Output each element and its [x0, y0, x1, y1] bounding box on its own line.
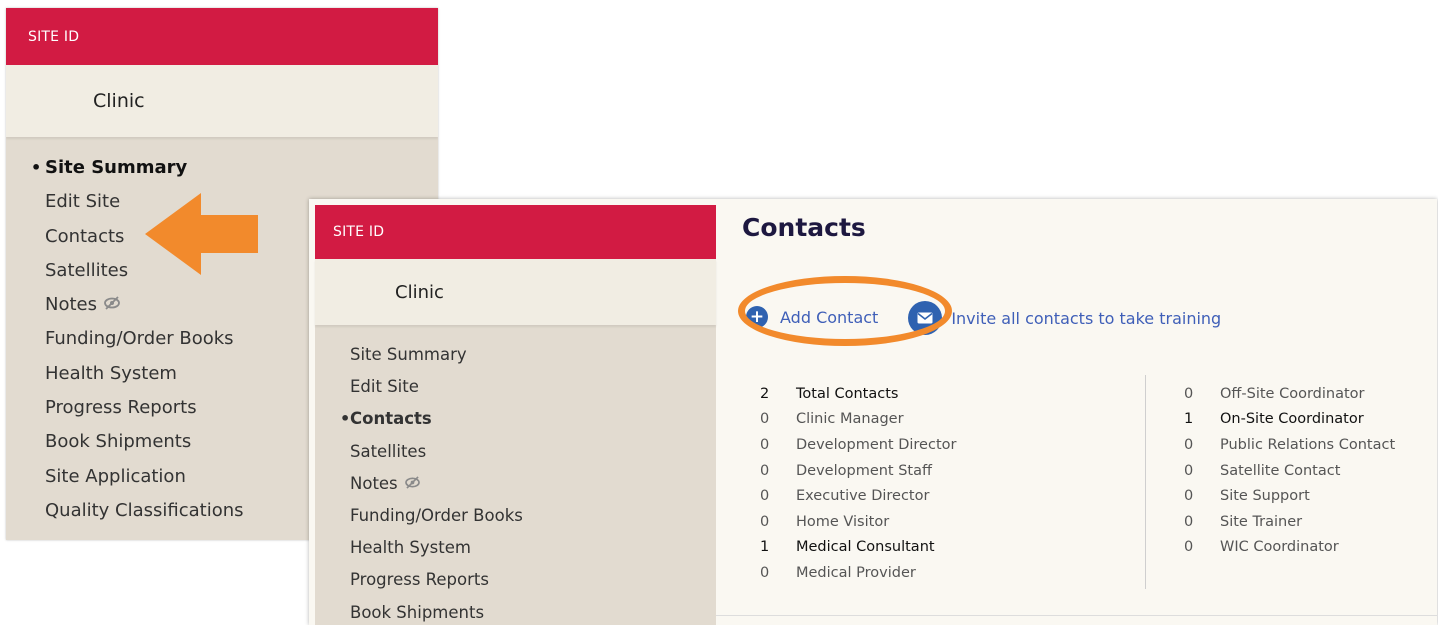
stat-count: 0: [1184, 539, 1194, 556]
front-sidebar: SITE ID Clinic Site Summary Edit Site Co…: [315, 205, 716, 625]
nav-item-health-system[interactable]: Health System: [341, 532, 716, 564]
stat-count: 0: [760, 488, 770, 505]
nav-item-progress-reports[interactable]: Progress Reports: [341, 564, 716, 596]
stat-count: 0: [760, 411, 770, 428]
invite-label: Invite all contacts to take training: [951, 308, 1222, 328]
stat-row: 1 On-Site Coordinator: [1184, 407, 1395, 433]
stat-count: 0: [1184, 513, 1194, 530]
stat-label: Medical Provider: [796, 564, 916, 581]
stat-label: WIC Coordinator: [1220, 539, 1339, 556]
stat-label: Development Staff: [796, 462, 932, 479]
page-title: Contacts: [742, 213, 866, 242]
stat-count: 0: [1184, 385, 1194, 402]
front-site-nav: Site Summary Edit Site Contacts Satellit…: [315, 325, 716, 625]
stat-row: 0 WIC Coordinator: [1184, 535, 1395, 561]
clinic-name: Clinic: [6, 65, 438, 137]
stat-count: 0: [760, 436, 770, 453]
orange-arrow-annotation: [145, 193, 258, 275]
stat-count: 1: [1184, 411, 1194, 428]
stat-label: Home Visitor: [796, 513, 890, 530]
contact-stats-right: 0 Off-Site Coordinator 1 On-Site Coordinat…: [1184, 381, 1395, 560]
stat-row: 0 Development Director: [760, 432, 956, 458]
stat-count: 0: [760, 462, 770, 479]
stat-count: 0: [1184, 462, 1194, 479]
clinic-name: Clinic: [315, 259, 716, 325]
invite-contacts-link[interactable]: Invite all contacts to take training: [908, 301, 1221, 335]
stat-row: 1 Medical Consultant: [760, 535, 956, 561]
contact-actions: + Add Contact Invite all contacts to tak…: [738, 276, 1221, 346]
stat-row: 0 Site Trainer: [1184, 509, 1395, 535]
add-contact-label: Add Contact: [780, 307, 879, 327]
stat-label: Total Contacts: [796, 385, 899, 402]
contact-stats-left: 2 Total Contacts 0 Clinic Manager 0 Develop…: [760, 381, 956, 586]
stat-label: Satellite Contact: [1220, 462, 1341, 479]
stat-label: Off-Site Coordinator: [1220, 385, 1365, 402]
stat-label: Site Trainer: [1220, 513, 1303, 530]
stat-row: 0 Home Visitor: [760, 509, 956, 535]
stat-row: 0 Medical Provider: [760, 560, 956, 586]
envelope-icon: [908, 301, 943, 335]
stat-label: Executive Director: [796, 488, 930, 505]
stat-row: 0 Clinic Manager: [760, 407, 956, 433]
nav-item-notes[interactable]: Notes: [341, 468, 716, 500]
front-site-panel: SITE ID Clinic Site Summary Edit Site Co…: [309, 199, 1437, 625]
stat-row: 0 Off-Site Coordinator: [1184, 381, 1395, 407]
stat-count: 0: [760, 513, 770, 530]
stat-label: Public Relations Contact: [1220, 436, 1396, 453]
nav-item-site-summary[interactable]: Site Summary: [341, 339, 716, 371]
stat-count: 1: [760, 539, 770, 556]
nav-item-edit-site[interactable]: Edit Site: [341, 371, 716, 403]
stat-label: Clinic Manager: [796, 411, 904, 428]
nav-item-satellites[interactable]: Satellites: [341, 436, 716, 468]
stat-row: 2 Total Contacts: [760, 381, 956, 407]
stat-row: 0 Site Support: [1184, 483, 1395, 509]
stat-count: 0: [1184, 436, 1194, 453]
site-id-header: SITE ID: [6, 8, 438, 65]
stat-label: Medical Consultant: [796, 539, 935, 556]
stat-label: On-Site Coordinator: [1220, 411, 1364, 428]
bottom-divider: [716, 615, 1437, 616]
site-id-header: SITE ID: [315, 205, 716, 259]
stat-count: 0: [760, 564, 770, 581]
nav-item-contacts[interactable]: Contacts: [340, 403, 716, 435]
stat-row: 0 Executive Director: [760, 483, 956, 509]
stats-divider: [1145, 375, 1146, 589]
stat-count: 2: [760, 385, 770, 402]
plus-circle-icon: +: [746, 306, 768, 328]
stat-label: Site Support: [1220, 488, 1310, 505]
nav-item-book-shipments[interactable]: Book Shipments: [341, 597, 716, 625]
stat-row: 0 Public Relations Contact: [1184, 432, 1395, 458]
eye-slash-icon: [103, 288, 121, 322]
nav-item-site-summary[interactable]: Site Summary: [31, 151, 438, 186]
nav-item-funding-order-books[interactable]: Funding/Order Books: [341, 500, 716, 532]
stat-label: Development Director: [796, 436, 957, 453]
add-contact-button[interactable]: + Add Contact: [738, 276, 952, 346]
eye-slash-icon: [404, 468, 421, 500]
stat-row: 0 Development Staff: [760, 458, 956, 484]
stat-row: 0 Satellite Contact: [1184, 458, 1395, 484]
stat-count: 0: [1184, 488, 1194, 505]
contacts-main: Contacts + Add Contact Invite all contac…: [716, 199, 1437, 625]
